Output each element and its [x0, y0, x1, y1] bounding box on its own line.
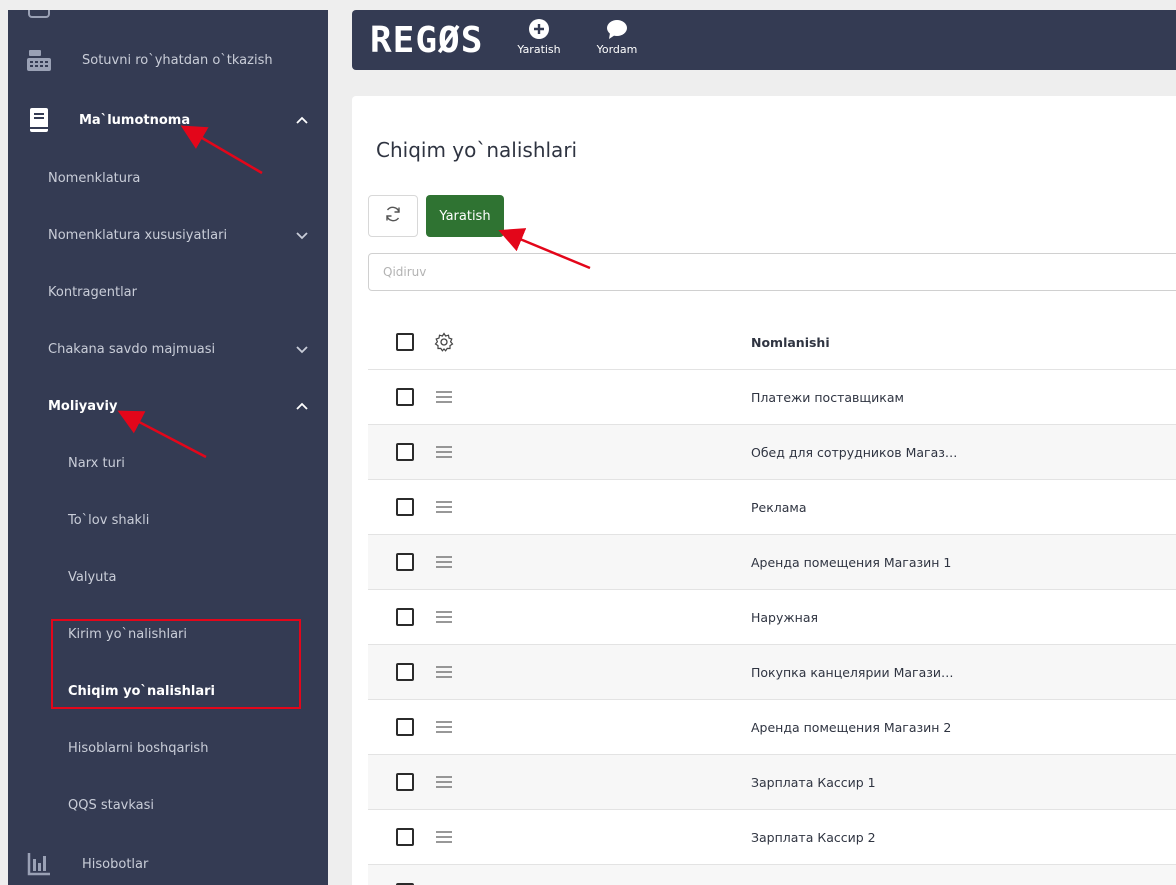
row-name: Обед для сотрудников Магаз…: [751, 444, 958, 460]
chat-bubble-icon: [606, 18, 628, 40]
drag-handle-icon[interactable]: [434, 497, 454, 517]
row-name: Наружная: [751, 609, 819, 625]
sidebar-item-payment-form[interactable]: To`lov shakli: [8, 500, 328, 540]
row-checkbox[interactable]: [396, 828, 414, 846]
row-checkbox[interactable]: [396, 443, 414, 461]
sidebar-item-label: Nomenklatura: [48, 170, 141, 186]
table-row[interactable]: Платежи поставщикам: [368, 370, 1176, 425]
cash-register-icon: [26, 47, 52, 73]
select-all-checkbox[interactable]: [396, 333, 414, 351]
annotation-highlight-box: [51, 619, 301, 709]
sidebar-item-reference[interactable]: Ma`lumotnoma: [8, 100, 328, 140]
row-name: Покупка канцелярии Магази…: [751, 664, 954, 680]
sidebar-item-financial[interactable]: Moliyaviy: [8, 386, 328, 426]
sidebar-item-retail-complex[interactable]: Chakana savdo majmuasi: [8, 329, 328, 369]
chevron-up-icon: [294, 112, 310, 128]
drag-handle-icon[interactable]: [434, 662, 454, 682]
main-panel: Chiqim yo`nalishlari Yaratish Nomlanishi…: [352, 96, 1176, 885]
table-header-row: Nomlanishi: [368, 315, 1176, 370]
drag-handle-icon[interactable]: [434, 827, 454, 847]
create-button[interactable]: Yaratish: [426, 195, 504, 237]
sidebar-item-label: Moliyaviy: [48, 398, 118, 414]
sidebar-item-price-type[interactable]: Narx turi: [8, 443, 328, 483]
table-row[interactable]: Покупка канцелярии Магази…: [368, 645, 1176, 700]
drag-handle-icon[interactable]: [434, 607, 454, 627]
sidebar-item-account-management[interactable]: Hisoblarni boshqarish: [8, 728, 328, 768]
refresh-icon: [384, 205, 402, 227]
refresh-button[interactable]: [368, 195, 418, 237]
row-checkbox[interactable]: [396, 498, 414, 516]
chevron-down-icon: [294, 227, 310, 243]
table-row[interactable]: Зарплата Кассир 1: [368, 755, 1176, 810]
row-checkbox[interactable]: [396, 553, 414, 571]
sidebar-item-label: Ma`lumotnoma: [79, 112, 191, 128]
sidebar-item-label: Kontragentlar: [48, 284, 137, 300]
sidebar: Sotuvni ro`yhatdan o`tkazish Ma`lumotnom…: [8, 10, 328, 885]
sidebar-item-label: Sotuvni ro`yhatdan o`tkazish: [82, 52, 273, 68]
sidebar-item-label: To`lov shakli: [68, 512, 150, 528]
help-label: Yordam: [596, 43, 638, 56]
create-top-label: Yaratish: [517, 43, 561, 56]
sidebar-item-currency[interactable]: Valyuta: [8, 557, 328, 597]
chevron-up-icon: [294, 398, 310, 414]
row-checkbox[interactable]: [396, 663, 414, 681]
sidebar-item-label: Hisoblarni boshqarish: [68, 740, 209, 756]
row-name: Реклама: [751, 499, 807, 515]
row-name: Зарплата Кассир 2: [751, 829, 876, 845]
help-button[interactable]: Yordam: [587, 18, 647, 56]
sidebar-item-label: QQS stavkasi: [68, 797, 155, 813]
sidebar-item-nomenclature-properties[interactable]: Nomenklatura xususiyatlari: [8, 215, 328, 255]
page-title: Chiqim yo`nalishlari: [376, 138, 578, 162]
chevron-down-icon: [294, 341, 310, 357]
sidebar-item-sales-register[interactable]: Sotuvni ro`yhatdan o`tkazish: [8, 40, 328, 80]
sidebar-item-nomenclature[interactable]: Nomenklatura: [8, 158, 328, 198]
drag-handle-icon[interactable]: [434, 442, 454, 462]
search-input[interactable]: [368, 253, 1176, 291]
top-header: REGØS Yaratish Yordam: [352, 10, 1176, 70]
book-icon: [26, 107, 52, 133]
gear-icon[interactable]: [434, 332, 454, 352]
sidebar-item-reports[interactable]: Hisobotlar: [8, 844, 328, 884]
table-row[interactable]: Реклама: [368, 480, 1176, 535]
row-name: Зарплата Кассир 1: [751, 774, 876, 790]
row-checkbox[interactable]: [396, 388, 414, 406]
directions-table: Nomlanishi Платежи поставщикам Обед для …: [368, 315, 1176, 885]
sidebar-item-label: Valyuta: [68, 569, 117, 585]
column-header-name[interactable]: Nomlanishi: [751, 335, 830, 350]
row-name: Аренда помещения Магазин 1: [751, 554, 952, 570]
chart-icon: [26, 851, 52, 877]
sidebar-item-counterparties[interactable]: Kontragentlar: [8, 272, 328, 312]
sidebar-item-label: Narx turi: [68, 455, 125, 471]
create-top-button[interactable]: Yaratish: [509, 18, 569, 56]
row-name: Платежи поставщикам: [751, 389, 904, 405]
row-checkbox[interactable]: [396, 608, 414, 626]
table-row[interactable]: Зарплата Кассир 2: [368, 810, 1176, 865]
sidebar-item-label: Hisobotlar: [82, 856, 149, 872]
logo: REGØS: [370, 20, 484, 61]
row-name: Аренда помещения Магазин 2: [751, 719, 952, 735]
table-row[interactable]: Обед для сотрудников Магаз…: [368, 425, 1176, 480]
table-row-partial[interactable]: [368, 865, 1176, 885]
drag-handle-icon[interactable]: [434, 552, 454, 572]
row-checkbox[interactable]: [396, 773, 414, 791]
sidebar-item-label: Nomenklatura xususiyatlari: [48, 227, 228, 243]
sidebar-item-label: Chakana savdo majmuasi: [48, 341, 216, 357]
drag-handle-icon[interactable]: [434, 387, 454, 407]
table-row[interactable]: Аренда помещения Магазин 1: [368, 535, 1176, 590]
partial-top-icon: [28, 10, 50, 18]
table-row[interactable]: Наружная: [368, 590, 1176, 645]
drag-handle-icon[interactable]: [434, 717, 454, 737]
sidebar-item-vat-rate[interactable]: QQS stavkasi: [8, 785, 328, 825]
table-row[interactable]: Аренда помещения Магазин 2: [368, 700, 1176, 755]
drag-handle-icon[interactable]: [434, 772, 454, 792]
row-checkbox[interactable]: [396, 718, 414, 736]
plus-circle-icon: [528, 18, 550, 40]
